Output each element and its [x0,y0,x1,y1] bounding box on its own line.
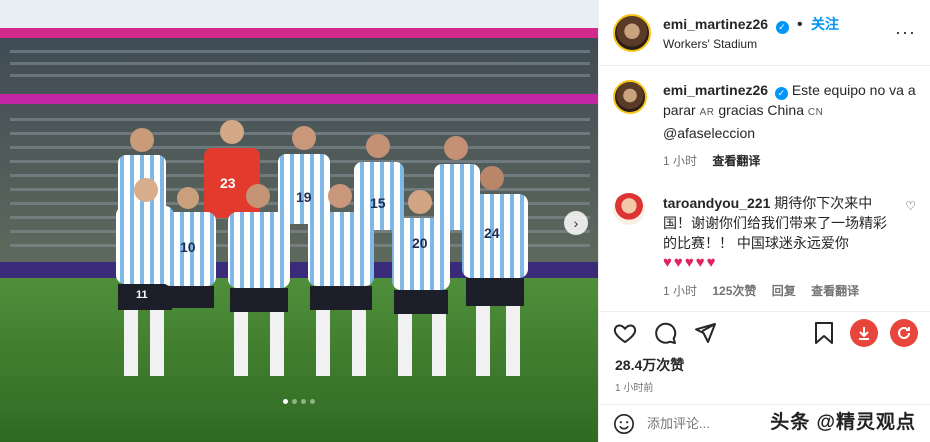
download-button[interactable] [850,318,878,347]
carousel-dot[interactable] [292,399,297,404]
comment-time: 1 小时 [663,284,698,298]
verified-icon: ✓ [774,86,788,100]
share-button[interactable] [691,319,719,347]
likes-count[interactable]: 28.4万次赞 [615,355,914,375]
caption-username[interactable]: emi_martinez26 [663,82,768,98]
save-button[interactable] [810,319,838,347]
refresh-icon [898,326,910,339]
comment-username[interactable]: taroandyou_221 [663,195,770,211]
carousel-next-button[interactable]: › [564,211,588,235]
jersey-number: 10 [180,239,196,255]
flag-tag: CN [807,107,824,118]
comment-icon [655,322,677,344]
like-comment-icon[interactable]: ♡ [905,199,916,213]
caption-text: gracias China [718,102,804,118]
comments-section: emi_martinez26 ✓ Este equipo no va a par… [599,66,930,311]
header-username[interactable]: emi_martinez26 [663,16,768,32]
follow-button[interactable]: 关注 [811,16,839,32]
post-side-panel: emi_martinez26 ✓ • 关注 Workers' Stadium ·… [598,0,930,442]
verified-icon: ✓ [775,21,789,34]
post-stats: 28.4万次赞 1 小时前 [599,353,930,394]
comment-button[interactable] [651,319,679,347]
jersey-number: 20 [412,235,428,251]
avatar[interactable] [613,13,651,52]
refresh-button[interactable] [890,318,918,347]
download-icon [859,326,869,340]
reply-button[interactable]: 回复 [772,284,796,298]
caption-time: 1 小时 [663,154,698,168]
comment-input[interactable] [647,416,757,431]
bookmark-icon [815,321,833,344]
post-time: 1 小时前 [615,383,654,394]
comment-item: taroandyou_221 期待你下次来中国！谢谢你们给我们带来了一场精彩的比… [613,193,916,301]
send-icon [695,322,716,343]
jersey-number: 11 [136,289,148,301]
translate-link[interactable]: 查看翻译 [811,284,859,298]
carousel-dot[interactable] [283,399,288,404]
jersey-number: 24 [484,225,500,241]
comment-likes[interactable]: 125次赞 [712,284,756,298]
carousel-dot[interactable] [310,399,315,404]
chevron-right-icon: › [573,215,579,231]
comment-hearts: ♥♥♥♥♥ [663,254,718,271]
post-header: emi_martinez26 ✓ • 关注 Workers' Stadium ·… [599,0,930,66]
avatar[interactable] [613,193,645,225]
action-bar [599,311,930,353]
jersey-number: 19 [296,189,312,205]
more-options-icon[interactable]: ··· [895,22,916,43]
heart-icon [613,323,637,343]
emoji-icon[interactable] [613,413,635,435]
jersey-number: 15 [370,195,386,211]
post-photo[interactable]: 23 19 15 10 20 24 11 › [0,0,598,442]
carousel-dots [0,399,598,404]
watermark-text: 头条 @精灵观点 [770,412,916,433]
location-link[interactable]: Workers' Stadium [663,37,895,51]
flag-tag: AR [699,107,715,118]
translate-link[interactable]: 查看翻译 [712,154,760,168]
avatar[interactable] [613,80,647,114]
team-photo-illustration: 23 19 15 10 20 24 11 [0,0,598,442]
carousel-dot[interactable] [301,399,306,404]
like-button[interactable] [611,319,639,347]
mention-link[interactable]: @afaseleccion [663,125,755,141]
separator: • [796,16,803,33]
jersey-number: 23 [220,175,236,191]
caption: emi_martinez26 ✓ Este equipo no va a par… [613,80,916,171]
